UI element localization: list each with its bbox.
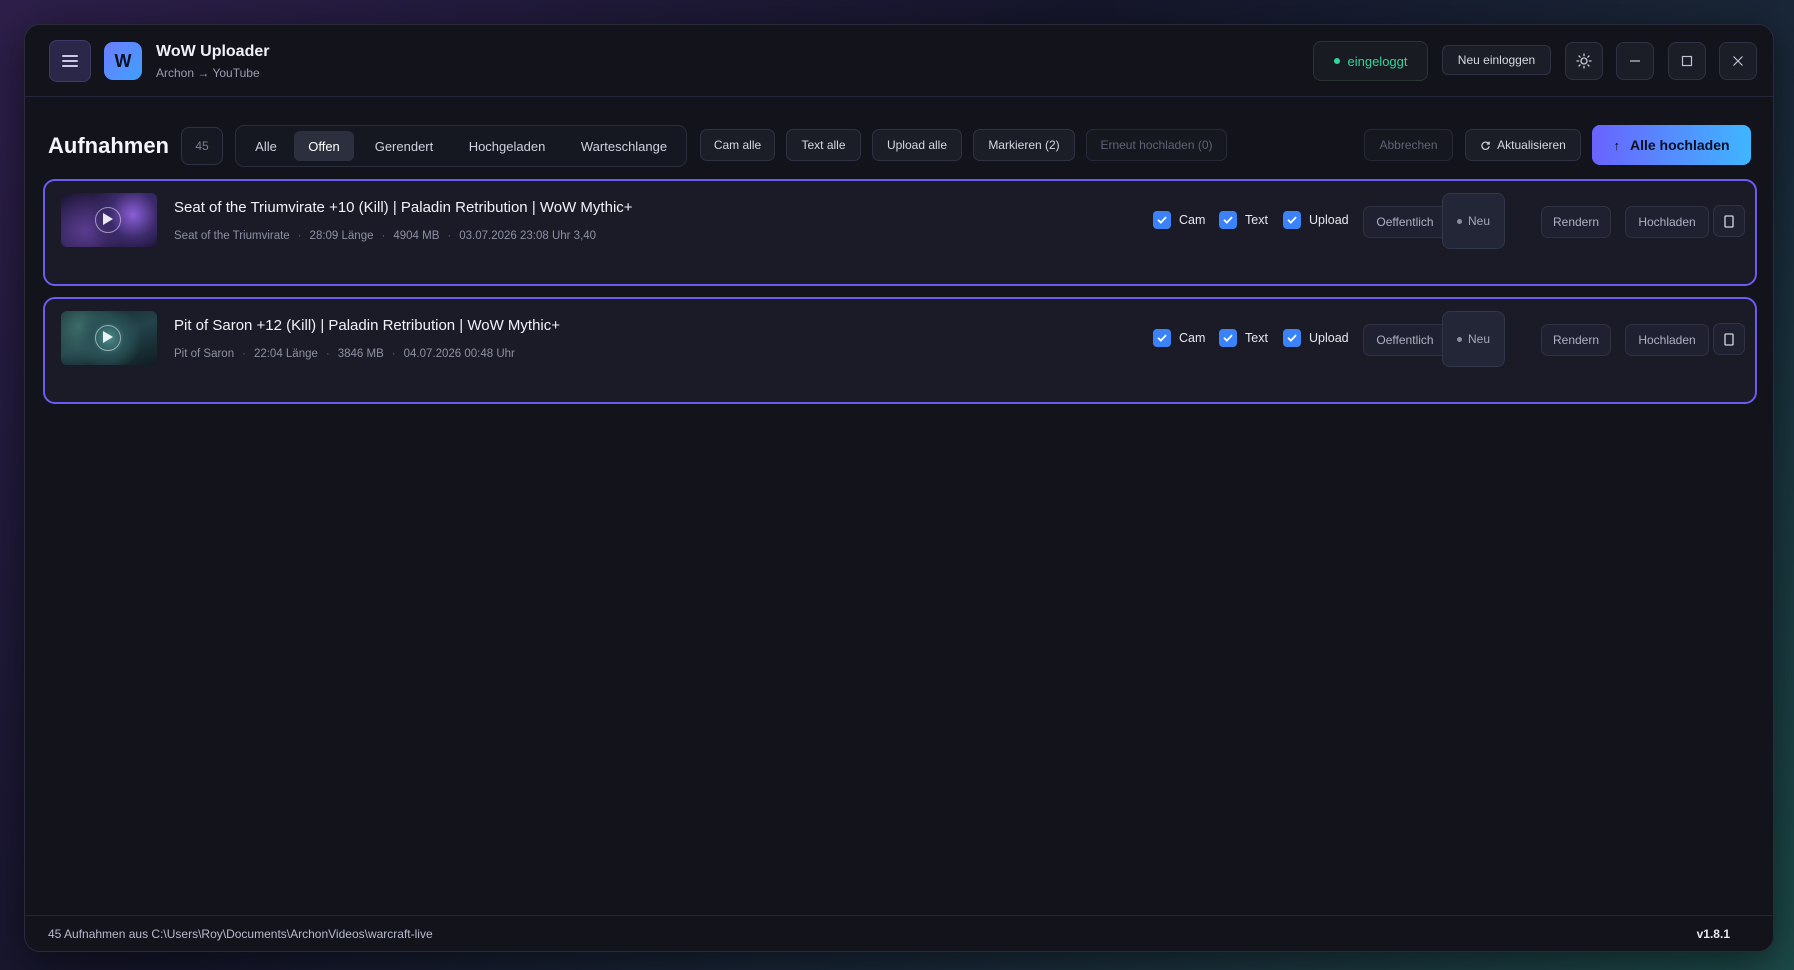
recording-size: 3846 MB [337,348,384,360]
trash-icon [1724,215,1734,228]
recording-row[interactable]: Seat of the Triumvirate +10 (Kill) | Pal… [43,179,1757,286]
cam-label: Cam [1179,213,1206,227]
tab-open[interactable]: Offen [294,131,354,161]
recording-date: 03.07.2026 23:08 Uhr 3,40 [459,230,597,242]
state-label: Neu [1467,214,1490,228]
upload-checkbox[interactable]: Upload [1283,211,1349,229]
refresh-icon [1481,141,1490,150]
text-label: Text [1245,331,1268,345]
cam-checkbox[interactable]: Cam [1153,211,1205,229]
checkmark-icon [1153,211,1171,229]
arrow-up-icon: ↑ [1613,137,1620,153]
recording-length: 22:04 Länge [253,348,318,360]
menu-button[interactable] [49,40,91,82]
hamburger-icon [62,55,78,67]
tab-all[interactable]: Alle [244,131,288,161]
recording-meta: Seat of the Triumvirate · 28:09 Länge · 49… [174,230,597,242]
login-status-badge: eingeloggt [1313,41,1428,81]
upload-label: Upload [1309,331,1349,345]
recording-date: 04.07.2026 00:48 Uhr [403,348,515,360]
checkmark-icon [1219,211,1237,229]
delete-button[interactable] [1713,205,1745,237]
recording-dungeon: Seat of the Triumvirate [174,230,290,242]
state-badge[interactable]: Neu [1442,193,1505,249]
cam-all-button[interactable]: Cam alle [700,129,775,161]
upload-label: Upload [1309,213,1349,227]
state-badge[interactable]: Neu [1442,311,1505,367]
app-subtitle: Archon → YouTube [156,66,260,80]
visibility-select[interactable]: Oeffentlich [1363,206,1447,238]
recording-title: Pit of Saron +12 (Kill) | Paladin Retrib… [174,317,561,334]
close-button[interactable] [1719,42,1757,80]
minimize-icon [1630,60,1640,62]
app-window: W WoW Uploader Archon → YouTube eingelog… [24,24,1774,952]
login-status-text: eingeloggt [1347,53,1408,69]
page-title: Aufnahmen [48,133,169,158]
visibility-select[interactable]: Oeffentlich [1363,324,1447,356]
recording-length: 28:09 Länge [309,230,374,242]
status-dot-icon [1333,58,1340,64]
recording-title: Seat of the Triumvirate +10 (Kill) | Pal… [174,199,633,216]
checkmark-icon [1153,329,1171,347]
play-icon [103,331,113,343]
state-label: Neu [1467,332,1490,346]
recording-dungeon: Pit of Saron [174,348,235,360]
filter-tabs: Alle Offen Gerendert Hochgeladen Wartesc… [235,125,687,167]
title-bar: W WoW Uploader Archon → YouTube eingelog… [25,25,1773,97]
upload-checkbox[interactable]: Upload [1283,329,1349,347]
trash-icon [1724,333,1734,346]
app-version: v1.8.1 [1696,927,1730,941]
maximize-button[interactable] [1668,42,1706,80]
video-thumbnail[interactable] [61,311,157,365]
mark-button[interactable]: Markieren (2) [973,129,1075,161]
state-dot-icon [1456,218,1462,224]
checkmark-icon [1283,211,1301,229]
recording-size: 4904 MB [393,230,440,242]
render-button[interactable]: Rendern [1541,324,1611,356]
text-label: Text [1245,213,1268,227]
upload-everything-label: Alle hochladen [1629,137,1730,153]
delete-button[interactable] [1713,323,1745,355]
cam-label: Cam [1179,331,1206,345]
checkmark-icon [1283,329,1301,347]
cancel-button[interactable]: Abbrechen [1364,129,1453,161]
recording-count-badge: 45 [181,127,223,165]
checkmark-icon [1219,329,1237,347]
maximize-icon [1681,55,1693,67]
render-button[interactable]: Rendern [1541,206,1611,238]
cam-checkbox[interactable]: Cam [1153,329,1205,347]
app-logo: W [104,42,142,80]
recording-row[interactable]: Pit of Saron +12 (Kill) | Paladin Retrib… [43,297,1757,404]
status-bar: 45 Aufnahmen aus C:\Users\Roy\Documents\… [25,915,1773,951]
text-checkbox[interactable]: Text [1219,211,1268,229]
tab-queue[interactable]: Warteschlange [566,131,682,161]
close-icon [1733,56,1743,66]
upload-all-button[interactable]: Upload alle [872,129,962,161]
state-dot-icon [1456,336,1462,342]
refresh-label: Aktualisieren [1497,138,1566,152]
refresh-button[interactable]: Aktualisieren [1465,129,1581,161]
recording-meta: Pit of Saron · 22:04 Länge · 3846 MB · 04.0… [174,348,515,360]
recordings-path: 45 Aufnahmen aus C:\Users\Roy\Documents\… [48,927,433,941]
recordings-toolbar: Aufnahmen 45 Alle Offen Gerendert Hochge… [25,97,1773,177]
video-thumbnail[interactable] [61,193,157,247]
text-checkbox[interactable]: Text [1219,329,1268,347]
relogin-button[interactable]: Neu einloggen [1442,45,1551,75]
sun-icon [1576,53,1592,69]
reupload-button[interactable]: Erneut hochladen (0) [1086,129,1227,161]
theme-toggle-button[interactable] [1565,42,1603,80]
play-icon [103,213,113,225]
publish-button[interactable]: Hochladen [1625,206,1709,238]
text-all-button[interactable]: Text alle [786,129,861,161]
minimize-button[interactable] [1616,42,1654,80]
app-title: WoW Uploader [156,43,270,60]
upload-everything-button[interactable]: ↑ Alle hochladen [1592,125,1751,165]
tab-rendered[interactable]: Gerendert [360,131,448,161]
publish-button[interactable]: Hochladen [1625,324,1709,356]
tab-uploaded[interactable]: Hochgeladen [454,131,560,161]
